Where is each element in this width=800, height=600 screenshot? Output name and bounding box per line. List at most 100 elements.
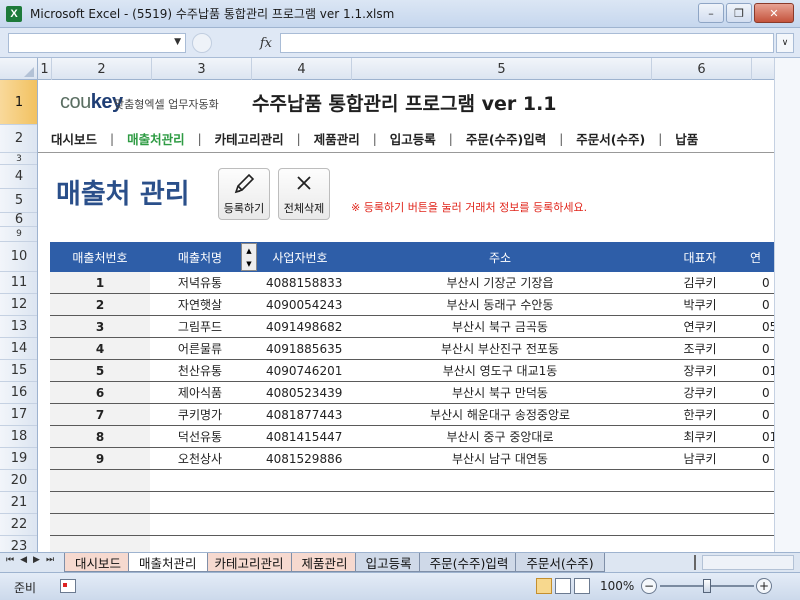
- cell-customer-no[interactable]: [50, 470, 150, 491]
- row-header[interactable]: 22: [0, 514, 37, 536]
- cell-contact[interactable]: [750, 536, 774, 552]
- cell-address[interactable]: [350, 514, 650, 535]
- column-header[interactable]: 4: [252, 58, 352, 80]
- cell-contact[interactable]: 01: [750, 426, 774, 447]
- table-row[interactable]: 8 덕선유통 4081415447 부산시 중구 중앙대로 최쿠키 01: [50, 426, 774, 448]
- cell-customer-name[interactable]: 천산유통: [150, 360, 250, 381]
- table-row[interactable]: [50, 470, 774, 492]
- sheet-tab-products[interactable]: 제품관리: [290, 553, 359, 572]
- cell-customer-no[interactable]: 3: [50, 316, 150, 337]
- chevron-down-icon[interactable]: ▼: [174, 37, 181, 47]
- menu-item-delivery[interactable]: 납품: [662, 129, 711, 148]
- menu-item-customers[interactable]: 매출처관리: [114, 129, 198, 148]
- row-header[interactable]: 20: [0, 470, 37, 492]
- zoom-in-icon[interactable]: +: [756, 578, 772, 594]
- cell-business-no[interactable]: 4091498682: [250, 316, 350, 337]
- table-row[interactable]: 1 저녁유통 4088158833 부산시 기장군 기장읍 김쿠키 0: [50, 272, 774, 294]
- row-header[interactable]: 3: [0, 153, 37, 165]
- row-header[interactable]: 18: [0, 426, 37, 448]
- cell-contact[interactable]: [750, 492, 774, 513]
- table-row[interactable]: 3 그림푸드 4091498682 부산시 북구 금곡동 연쿠키 05: [50, 316, 774, 338]
- zoom-slider-thumb[interactable]: [703, 579, 711, 593]
- cell-contact[interactable]: 0: [750, 448, 774, 469]
- cell-address[interactable]: 부산시 북구 만덕동: [350, 382, 650, 403]
- row-header[interactable]: 14: [0, 338, 37, 360]
- cell-customer-name[interactable]: [150, 470, 250, 491]
- insert-function-icon[interactable]: fx: [260, 36, 272, 51]
- row-header[interactable]: 21: [0, 492, 37, 514]
- menu-item-order-input[interactable]: 주문(수주)입력: [453, 129, 559, 148]
- last-sheet-icon[interactable]: ⏭: [46, 555, 54, 565]
- cell-customer-name[interactable]: 덕선유통: [150, 426, 250, 447]
- table-row[interactable]: [50, 492, 774, 514]
- menu-item-stock-in[interactable]: 입고등록: [377, 129, 449, 148]
- cell-business-no[interactable]: [250, 470, 350, 491]
- cell-business-no[interactable]: [250, 514, 350, 535]
- cell-customer-name[interactable]: [150, 514, 250, 535]
- cell-customer-name[interactable]: [150, 536, 250, 552]
- cell-business-no[interactable]: [250, 492, 350, 513]
- table-row[interactable]: 2 자연햇살 4090054243 부산시 동래구 수안동 박쿠키 0: [50, 294, 774, 316]
- cell-address[interactable]: 부산시 해운대구 송정중앙로: [350, 404, 650, 425]
- cell-business-no[interactable]: 4081529886: [250, 448, 350, 469]
- sheet-tab-order-input[interactable]: 주문(수주)입력: [418, 553, 520, 572]
- column-header[interactable]: 2: [52, 58, 152, 80]
- cell-representative[interactable]: [650, 470, 750, 491]
- cell-business-no[interactable]: 4080523439: [250, 382, 350, 403]
- row-header[interactable]: 13: [0, 316, 37, 338]
- cell-address[interactable]: 부산시 북구 금곡동: [350, 316, 650, 337]
- cell-contact[interactable]: 0: [750, 338, 774, 359]
- row-header[interactable]: 15: [0, 360, 37, 382]
- normal-view-icon[interactable]: [536, 578, 552, 594]
- page-break-view-icon[interactable]: [574, 578, 590, 594]
- cell-contact[interactable]: 01: [750, 360, 774, 381]
- row-header[interactable]: 17: [0, 404, 37, 426]
- cell-customer-no[interactable]: 7: [50, 404, 150, 425]
- cell-representative[interactable]: 김쿠키: [650, 272, 750, 293]
- close-button[interactable]: ✕: [754, 3, 794, 23]
- cell-representative[interactable]: 장쿠키: [650, 360, 750, 381]
- sheet-tab-categories[interactable]: 카테고리관리: [203, 553, 295, 572]
- sheet-tab-order-sheet[interactable]: 주문서(수주): [515, 553, 605, 572]
- row-header[interactable]: 19: [0, 448, 37, 470]
- sheet-tab-dashboard[interactable]: 대시보드: [64, 553, 133, 572]
- cell-customer-no[interactable]: 2: [50, 294, 150, 315]
- cell-customer-name[interactable]: 어른물류: [150, 338, 250, 359]
- cell-representative[interactable]: 최쿠키: [650, 426, 750, 447]
- cell-representative[interactable]: 강쿠키: [650, 382, 750, 403]
- cell-business-no[interactable]: 4091885635: [250, 338, 350, 359]
- menu-item-order-sheet[interactable]: 주문서(수주): [563, 129, 658, 148]
- column-header[interactable]: 1: [38, 58, 52, 80]
- cell-contact[interactable]: 0: [750, 382, 774, 403]
- cell-business-no[interactable]: [250, 536, 350, 552]
- cell-customer-name[interactable]: 쿠키명가: [150, 404, 250, 425]
- table-row[interactable]: [50, 536, 774, 552]
- minimize-button[interactable]: –: [698, 3, 724, 23]
- table-row[interactable]: 7 쿠키명가 4081877443 부산시 해운대구 송정중앙로 한쿠키 0: [50, 404, 774, 426]
- cell-contact[interactable]: 05: [750, 316, 774, 337]
- row-header[interactable]: 2: [0, 125, 37, 153]
- column-header[interactable]: 3: [152, 58, 252, 80]
- cell-address[interactable]: 부산시 부산진구 전포동: [350, 338, 650, 359]
- cell-representative[interactable]: 박쿠키: [650, 294, 750, 315]
- cell-business-no[interactable]: 4081877443: [250, 404, 350, 425]
- cell-representative[interactable]: [650, 536, 750, 552]
- cell-address[interactable]: 부산시 영도구 대교1동: [350, 360, 650, 381]
- cell-customer-no[interactable]: [50, 514, 150, 535]
- table-row[interactable]: 9 오천상사 4081529886 부산시 남구 대연동 남쿠키 0: [50, 448, 774, 470]
- formula-input[interactable]: [280, 33, 774, 53]
- table-row[interactable]: 4 어른물류 4091885635 부산시 부산진구 전포동 조쿠키 0: [50, 338, 774, 360]
- cell-contact[interactable]: 0: [750, 294, 774, 315]
- cell-customer-no[interactable]: 8: [50, 426, 150, 447]
- cell-representative[interactable]: 연쿠키: [650, 316, 750, 337]
- row-header[interactable]: 4: [0, 165, 37, 189]
- horizontal-scrollbar[interactable]: [702, 555, 794, 570]
- cell-customer-no[interactable]: 9: [50, 448, 150, 469]
- register-button[interactable]: 등록하기: [218, 168, 270, 220]
- cell-address[interactable]: [350, 536, 650, 552]
- cell-representative[interactable]: 한쿠키: [650, 404, 750, 425]
- zoom-level[interactable]: 100%: [600, 579, 634, 593]
- cell-customer-no[interactable]: 6: [50, 382, 150, 403]
- row-header[interactable]: 11: [0, 272, 37, 294]
- cell-business-no[interactable]: 4088158833: [250, 272, 350, 293]
